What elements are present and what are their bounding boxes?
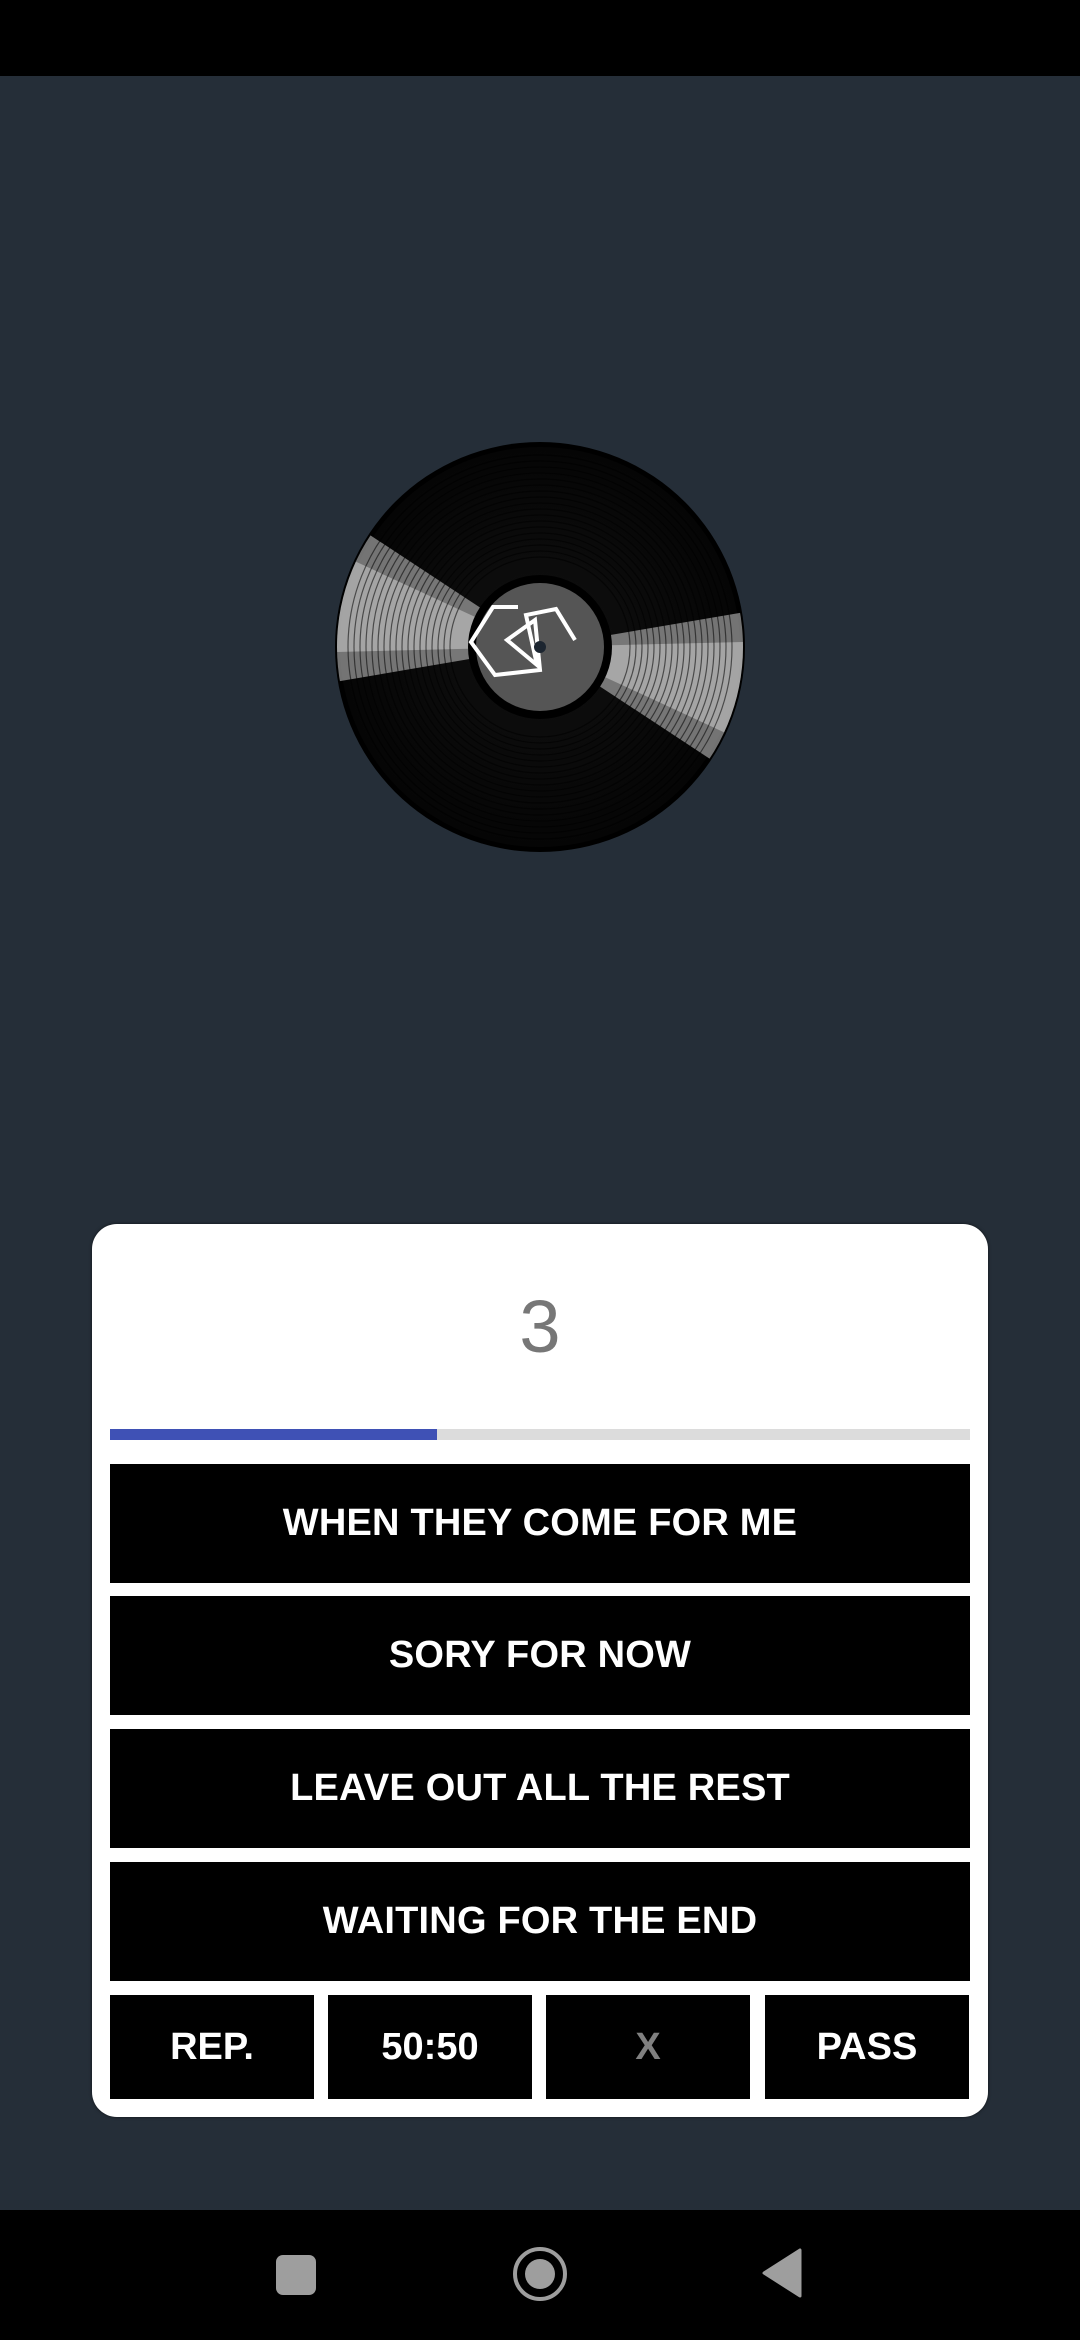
- progress-bar-fill: [110, 1429, 437, 1440]
- status-bar: [0, 0, 1080, 76]
- quiz-card: 3 WHEN THEY COME FOR ME SORY FOR NOW LEA…: [92, 1224, 988, 2117]
- fifty-fifty-button[interactable]: 50:50: [328, 1995, 532, 2099]
- answer-button-4[interactable]: WAITING FOR THE END: [110, 1862, 970, 1981]
- pass-button[interactable]: PASS: [765, 1995, 969, 2099]
- vinyl-record-graphic: [335, 442, 745, 852]
- answer-button-1[interactable]: WHEN THEY COME FOR ME: [110, 1464, 970, 1583]
- square-recents-icon[interactable]: [276, 2255, 316, 2295]
- countdown-number: 3: [519, 1285, 561, 1368]
- replay-button[interactable]: REP.: [110, 1995, 314, 2099]
- eliminate-button: X: [546, 1995, 750, 2099]
- answer-button-2[interactable]: SORY FOR NOW: [110, 1596, 970, 1715]
- vinyl-record-icon[interactable]: [335, 442, 745, 852]
- triangle-back-icon[interactable]: [762, 2248, 804, 2298]
- answer-button-3[interactable]: LEAVE OUT ALL THE REST: [110, 1729, 970, 1848]
- circle-home-icon[interactable]: [512, 2246, 568, 2302]
- progress-bar: [110, 1429, 970, 1440]
